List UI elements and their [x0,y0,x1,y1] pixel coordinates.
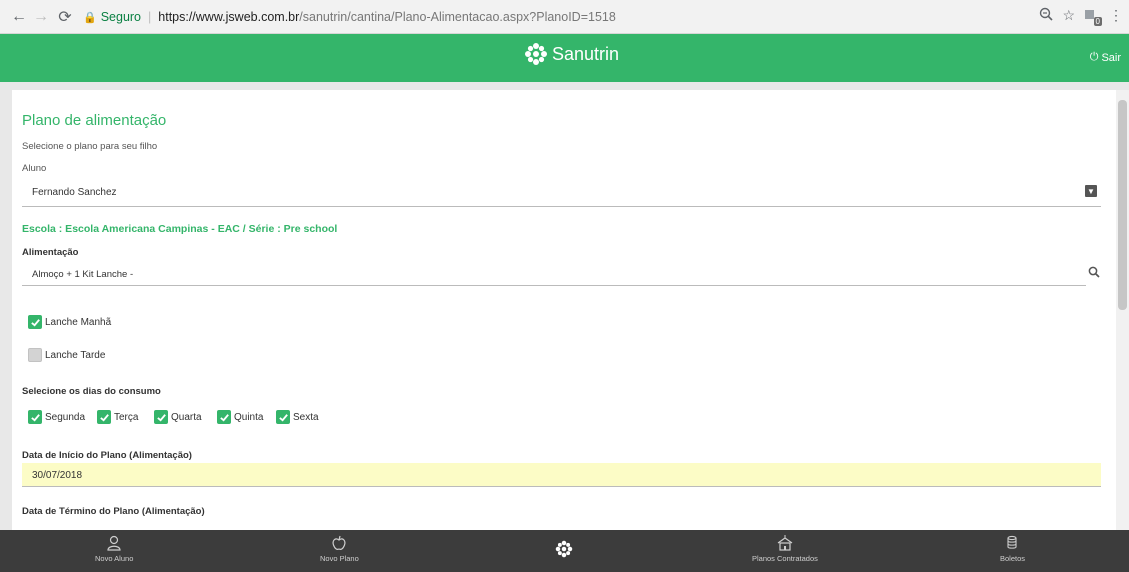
apple-icon [332,535,346,550]
nav-label: Planos Contratados [752,554,818,563]
day-checkbox-sexta[interactable]: Sexta [276,410,319,424]
plan-form-card: Plano de alimentação Selecione o plano p… [12,90,1116,534]
power-icon: ⏻ [1089,51,1099,63]
snack-afternoon-checkbox[interactable]: Lanche Tarde [28,348,105,362]
day-checkbox-quinta[interactable]: Quinta [217,410,263,424]
back-arrow-icon[interactable]: ← [8,6,30,28]
snack-afternoon-label: Lanche Tarde [45,349,106,361]
scrollbar[interactable] [1116,90,1129,534]
address-separator: | [148,10,152,24]
day-label: Segunda [45,411,86,423]
user-icon [107,535,121,551]
extension-badge: 0 [1093,16,1102,26]
zoom-icon[interactable] [1039,7,1054,24]
bottom-nav: Novo Aluno Novo Plano Planos Contratados… [0,530,1129,572]
checkbox-checked-icon [217,410,231,424]
days-label: Selecione os dias do consumo [22,386,161,397]
nav-contracted-plans[interactable]: Planos Contratados [752,534,818,563]
student-select-value[interactable]: Fernando Sanchez [32,187,117,198]
coins-icon [1006,535,1017,549]
chevron-down-icon[interactable]: ▼ [1085,185,1097,197]
student-label: Aluno [22,163,47,174]
brand-logo[interactable]: Sanutrin [524,42,619,66]
sanutrin-logo-icon [555,540,573,558]
sanutrin-logo-icon [525,43,547,65]
brand-name: Sanutrin [552,44,620,64]
day-label: Sexta [293,411,319,423]
day-checkbox-terca[interactable]: Terça [97,410,138,424]
extension-icon[interactable]: 0 [1084,8,1102,26]
food-label: Alimentação [22,247,79,258]
page-title: Plano de alimentação [22,112,167,129]
nav-home-logo[interactable] [555,540,573,558]
start-date-label: Data de Início do Plano (Alimentação) [22,450,192,461]
school-icon [777,535,793,551]
checkbox-checked-icon [154,410,168,424]
day-label: Quinta [234,411,264,423]
nav-new-plan[interactable]: Novo Plano [320,534,359,563]
checkbox-checked-icon [28,315,42,329]
lock-icon: 🔒 [83,11,97,24]
food-input[interactable]: Almoço + 1 Kit Lanche - [32,269,133,280]
form-subtitle: Selecione o plano para seu filho [22,141,158,152]
logout-button[interactable]: ⏻ Sair [1090,51,1121,64]
food-input-underline [22,285,1086,286]
bookmark-star-icon[interactable]: ☆ [1062,7,1075,24]
search-icon[interactable] [1088,266,1100,278]
snack-morning-checkbox[interactable]: Lanche Manhã [28,315,111,329]
student-select-underline [22,206,1101,207]
forward-arrow-icon[interactable]: → [30,6,52,28]
checkbox-checked-icon [28,410,42,424]
day-checkbox-quarta[interactable]: Quarta [154,410,202,424]
reload-icon[interactable]: ⟳ [54,6,76,28]
end-date-label: Data de Término do Plano (Alimentação) [22,506,205,517]
nav-boletos[interactable]: Boletos [1000,534,1025,563]
url-path: /sanutrin/cantina/Plano-Alimentacao.aspx… [299,10,616,24]
scrollbar-thumb[interactable] [1118,100,1127,310]
checkbox-unchecked-icon [28,348,42,362]
address-bar[interactable]: 🔒 Seguro | https://www.jsweb.com.br/sanu… [83,5,1083,29]
logout-label: Sair [1101,51,1121,64]
nav-label: Novo Plano [320,554,359,563]
nav-label: Boletos [1000,554,1026,563]
day-checkbox-segunda[interactable]: Segunda [28,410,85,424]
url-host: https://www.jsweb.com.br [158,10,300,24]
start-date-input[interactable]: 30/07/2018 [22,463,1101,487]
secure-label: Seguro [100,10,142,24]
checkbox-checked-icon [276,410,290,424]
nav-new-student[interactable]: Novo Aluno [95,534,133,563]
day-label: Terça [114,411,139,423]
menu-dots-icon[interactable]: ⋮ [1109,7,1123,24]
school-info: Escola : Escola Americana Campinas - EAC… [22,223,338,235]
nav-label: Novo Aluno [95,554,134,563]
day-label: Quarta [171,411,202,423]
app-header: Sanutrin ⏻ Sair [0,34,1129,82]
browser-toolbar: ← → ⟳ 🔒 Seguro | https://www.jsweb.com.b… [0,0,1129,34]
checkbox-checked-icon [97,410,111,424]
start-date-value: 30/07/2018 [32,470,83,481]
snack-morning-label: Lanche Manhã [45,316,112,328]
